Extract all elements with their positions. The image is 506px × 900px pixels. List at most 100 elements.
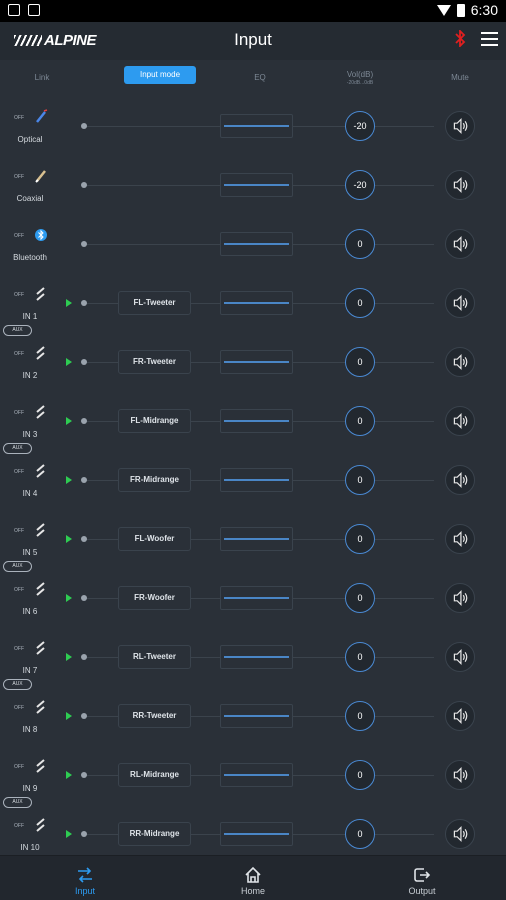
eq-button[interactable] xyxy=(220,173,293,197)
aux-button[interactable]: AUX xyxy=(3,325,32,336)
volume-knob[interactable]: -20 xyxy=(345,170,375,200)
nav-input[interactable]: Input xyxy=(25,856,145,900)
volume-knob[interactable]: 0 xyxy=(345,642,375,672)
link-toggle[interactable]: OFF xyxy=(14,410,24,416)
mute-button[interactable] xyxy=(445,524,475,554)
eq-button[interactable] xyxy=(220,350,293,374)
link-toggle[interactable]: OFF xyxy=(14,705,24,711)
eq-button[interactable] xyxy=(220,232,293,256)
input-mode-selector[interactable]: RR-Tweeter xyxy=(118,704,191,728)
input-mode-selector[interactable]: RL-Tweeter xyxy=(118,645,191,669)
link-dot[interactable] xyxy=(81,477,87,483)
nav-home-label: Home xyxy=(240,886,265,896)
volume-knob[interactable]: 0 xyxy=(345,819,375,849)
eq-button[interactable] xyxy=(220,468,293,492)
volume-knob[interactable]: 0 xyxy=(345,524,375,554)
play-icon[interactable] xyxy=(66,417,72,425)
eq-curve xyxy=(224,361,289,363)
input-mode-selector[interactable]: RL-Midrange xyxy=(118,763,191,787)
eq-button[interactable] xyxy=(220,822,293,846)
volume-knob[interactable]: 0 xyxy=(345,229,375,259)
play-icon[interactable] xyxy=(66,653,72,661)
input-mode-selector[interactable]: FL-Midrange xyxy=(118,409,191,433)
play-icon[interactable] xyxy=(66,358,72,366)
bluetooth-status-icon[interactable] xyxy=(454,28,466,52)
eq-button[interactable] xyxy=(220,291,293,315)
link-toggle[interactable]: OFF xyxy=(14,823,24,829)
eq-button[interactable] xyxy=(220,763,293,787)
mute-button[interactable] xyxy=(445,583,475,613)
play-icon[interactable] xyxy=(66,771,72,779)
aux-button[interactable]: AUX xyxy=(3,443,32,454)
volume-knob[interactable]: 0 xyxy=(345,583,375,613)
link-dot[interactable] xyxy=(81,359,87,365)
nav-home[interactable]: Home xyxy=(193,856,313,900)
volume-knob[interactable]: 0 xyxy=(345,406,375,436)
link-toggle[interactable]: OFF xyxy=(14,528,24,534)
nav-output[interactable]: Output xyxy=(362,856,482,900)
link-toggle[interactable]: OFF xyxy=(14,469,24,475)
eq-button[interactable] xyxy=(220,586,293,610)
link-dot[interactable] xyxy=(81,772,87,778)
play-icon[interactable] xyxy=(66,712,72,720)
mute-button[interactable] xyxy=(445,819,475,849)
volume-knob[interactable]: 0 xyxy=(345,701,375,731)
link-dot[interactable] xyxy=(81,418,87,424)
mute-button[interactable] xyxy=(445,170,475,200)
input-mode-selector[interactable]: FR-Tweeter xyxy=(118,350,191,374)
mute-button[interactable] xyxy=(445,111,475,141)
link-dot[interactable] xyxy=(81,300,87,306)
play-icon[interactable] xyxy=(66,535,72,543)
link-toggle[interactable]: OFF xyxy=(14,174,24,180)
play-icon[interactable] xyxy=(66,594,72,602)
input-mode-selector[interactable]: FL-Tweeter xyxy=(118,291,191,315)
mute-button[interactable] xyxy=(445,465,475,495)
input-mode-selector[interactable]: FL-Woofer xyxy=(118,527,191,551)
mute-button[interactable] xyxy=(445,288,475,318)
link-dot[interactable] xyxy=(81,713,87,719)
volume-knob[interactable]: 0 xyxy=(345,347,375,377)
mute-button[interactable] xyxy=(445,347,475,377)
eq-button[interactable] xyxy=(220,704,293,728)
link-dot[interactable] xyxy=(81,536,87,542)
rca-icon xyxy=(34,640,48,656)
link-dot[interactable] xyxy=(81,241,87,247)
aux-button[interactable]: AUX xyxy=(3,797,32,808)
input-mode-selector[interactable]: FR-Midrange xyxy=(118,468,191,492)
play-icon[interactable] xyxy=(66,830,72,838)
link-dot[interactable] xyxy=(81,182,87,188)
link-dot[interactable] xyxy=(81,595,87,601)
link-toggle[interactable]: OFF xyxy=(14,115,24,121)
eq-button[interactable] xyxy=(220,114,293,138)
link-toggle[interactable]: OFF xyxy=(14,233,24,239)
aux-button[interactable]: AUX xyxy=(3,679,32,690)
input-mode-selector[interactable]: FR-Woofer xyxy=(118,586,191,610)
eq-button[interactable] xyxy=(220,409,293,433)
volume-knob[interactable]: 0 xyxy=(345,465,375,495)
volume-knob[interactable]: 0 xyxy=(345,288,375,318)
link-dot[interactable] xyxy=(81,831,87,837)
volume-knob[interactable]: 0 xyxy=(345,760,375,790)
mute-button[interactable] xyxy=(445,701,475,731)
link-toggle[interactable]: OFF xyxy=(14,292,24,298)
mute-button[interactable] xyxy=(445,760,475,790)
speaker-icon xyxy=(453,708,468,724)
input-mode-selector[interactable]: RR-Midrange xyxy=(118,822,191,846)
link-dot[interactable] xyxy=(81,123,87,129)
link-toggle[interactable]: OFF xyxy=(14,587,24,593)
play-icon[interactable] xyxy=(66,476,72,484)
mute-button[interactable] xyxy=(445,406,475,436)
link-toggle[interactable]: OFF xyxy=(14,764,24,770)
menu-icon[interactable] xyxy=(481,32,498,46)
aux-button[interactable]: AUX xyxy=(3,561,32,572)
tab-input-mode[interactable]: Input mode xyxy=(124,66,196,84)
link-toggle[interactable]: OFF xyxy=(14,646,24,652)
link-toggle[interactable]: OFF xyxy=(14,351,24,357)
eq-button[interactable] xyxy=(220,527,293,551)
volume-knob[interactable]: -20 xyxy=(345,111,375,141)
mute-button[interactable] xyxy=(445,229,475,259)
play-icon[interactable] xyxy=(66,299,72,307)
mute-button[interactable] xyxy=(445,642,475,672)
link-dot[interactable] xyxy=(81,654,87,660)
eq-button[interactable] xyxy=(220,645,293,669)
